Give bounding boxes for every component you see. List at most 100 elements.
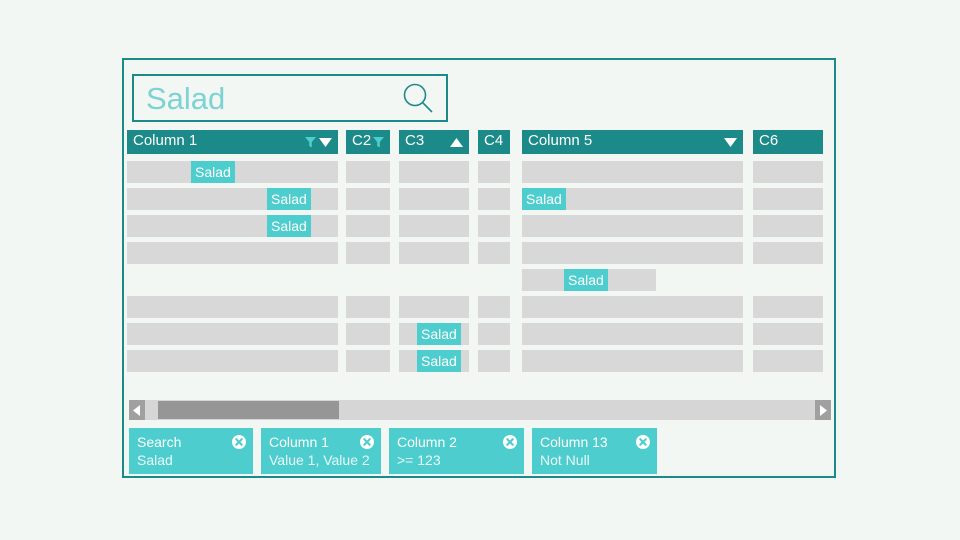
search-match-highlight: Salad bbox=[267, 188, 311, 210]
table-cell-c2[interactable] bbox=[346, 296, 390, 318]
table-cell-c1[interactable] bbox=[127, 350, 338, 372]
table-cell-c2[interactable] bbox=[346, 350, 390, 372]
table-cell-c5[interactable] bbox=[522, 242, 743, 264]
column-header-label: Column 1 bbox=[133, 132, 198, 149]
table-cell-c5[interactable] bbox=[522, 323, 743, 345]
table-cell-c6[interactable] bbox=[753, 215, 823, 237]
table-cell-c3[interactable]: Salad bbox=[399, 323, 469, 345]
sort-descending-icon[interactable] bbox=[319, 137, 332, 147]
column-header-c1[interactable]: Column 1 bbox=[127, 130, 338, 154]
table-header-row: Column 1 C2 C3 C4 Column 5 C6 bbox=[127, 130, 833, 154]
table-cell-c1[interactable] bbox=[127, 242, 338, 264]
table-cell-c5[interactable] bbox=[522, 296, 743, 318]
table-cell-c1[interactable]: Salad bbox=[127, 188, 338, 210]
column-header-icons bbox=[450, 130, 463, 154]
filter-icon[interactable] bbox=[305, 136, 316, 148]
search-match-highlight: Salad bbox=[522, 188, 566, 210]
table-cell-c5[interactable] bbox=[522, 215, 743, 237]
table-row[interactable]: Salad bbox=[127, 269, 833, 291]
column-header-label: C2 bbox=[352, 132, 372, 149]
close-circle-icon[interactable] bbox=[360, 435, 374, 449]
table-cell-c3[interactable] bbox=[399, 242, 469, 264]
table-cell-c1[interactable] bbox=[127, 323, 338, 345]
table-cell-c2[interactable] bbox=[346, 188, 390, 210]
triangle-left-icon[interactable] bbox=[129, 400, 145, 420]
column-header-c3[interactable]: C3 bbox=[399, 130, 469, 154]
search-match-highlight: Salad bbox=[267, 215, 311, 237]
table-row[interactable]: Salad bbox=[127, 350, 833, 372]
filter-chip[interactable]: Search Salad bbox=[129, 428, 253, 474]
table-cell-c6[interactable] bbox=[753, 188, 823, 210]
table-row[interactable]: Salad bbox=[127, 161, 833, 183]
search-input[interactable] bbox=[144, 76, 403, 122]
table-cell-c1[interactable]: Salad bbox=[127, 215, 338, 237]
search-icon[interactable] bbox=[402, 82, 434, 114]
column-header-c4[interactable]: C4 bbox=[478, 130, 510, 154]
table-cell-c3[interactable] bbox=[399, 296, 469, 318]
filter-chip-title: Search bbox=[137, 434, 182, 450]
table-cell-c4[interactable] bbox=[478, 161, 510, 183]
filter-chip-value: Not Null bbox=[540, 452, 590, 468]
table-cell-c3[interactable] bbox=[399, 215, 469, 237]
table-cell-c4[interactable] bbox=[478, 188, 510, 210]
column-header-label: C4 bbox=[484, 132, 504, 149]
data-table: Column 1 C2 C3 C4 Column 5 C6 Salad Salad Salad… bbox=[127, 130, 833, 390]
filter-chip-value: >= 123 bbox=[397, 452, 441, 468]
filter-chip-title: Column 13 bbox=[540, 434, 608, 450]
table-row[interactable] bbox=[127, 296, 833, 318]
table-cell-c3[interactable] bbox=[399, 188, 469, 210]
filter-chip[interactable]: Column 1 Value 1, Value 2 bbox=[261, 428, 381, 474]
search-bar[interactable] bbox=[132, 74, 448, 122]
search-match-highlight: Salad bbox=[564, 269, 608, 291]
table-cell-c5[interactable]: Salad bbox=[522, 269, 656, 291]
column-header-c6[interactable]: C6 bbox=[753, 130, 823, 154]
table-cell-c2[interactable] bbox=[346, 161, 390, 183]
table-cell-c6[interactable] bbox=[753, 242, 823, 264]
filter-chip[interactable]: Column 13 Not Null bbox=[532, 428, 657, 474]
table-cell-c1[interactable] bbox=[127, 296, 338, 318]
table-cell-c2[interactable] bbox=[346, 215, 390, 237]
close-circle-icon[interactable] bbox=[636, 435, 650, 449]
table-cell-c3[interactable] bbox=[399, 161, 469, 183]
filter-icon[interactable] bbox=[373, 136, 384, 148]
column-header-icons bbox=[373, 130, 384, 154]
triangle-right-icon[interactable] bbox=[815, 400, 831, 420]
table-cell-c5[interactable] bbox=[522, 161, 743, 183]
column-header-c5[interactable]: Column 5 bbox=[522, 130, 743, 154]
active-filter-chips: Search Salad Column 1 Value 1, Value 2 Colum… bbox=[129, 428, 657, 474]
table-cell-c1[interactable]: Salad bbox=[127, 161, 338, 183]
column-header-c2[interactable]: C2 bbox=[346, 130, 390, 154]
table-cell-c5[interactable] bbox=[522, 350, 743, 372]
sort-ascending-icon[interactable] bbox=[450, 137, 463, 147]
filter-chip-value: Salad bbox=[137, 452, 173, 468]
table-cell-c2[interactable] bbox=[346, 323, 390, 345]
table-cell-c6[interactable] bbox=[753, 350, 823, 372]
table-row[interactable]: Salad Salad bbox=[127, 188, 833, 210]
close-circle-icon[interactable] bbox=[503, 435, 517, 449]
filter-chip[interactable]: Column 2 >= 123 bbox=[389, 428, 524, 474]
table-row[interactable]: Salad bbox=[127, 323, 833, 345]
horizontal-scrollbar[interactable] bbox=[129, 400, 831, 420]
table-cell-c6[interactable] bbox=[753, 161, 823, 183]
table-cell-c6[interactable] bbox=[753, 296, 823, 318]
filter-chip-value: Value 1, Value 2 bbox=[269, 452, 370, 468]
table-cell-c4[interactable] bbox=[478, 215, 510, 237]
table-cell-c4[interactable] bbox=[478, 350, 510, 372]
table-cell-c4[interactable] bbox=[478, 242, 510, 264]
close-circle-icon[interactable] bbox=[232, 435, 246, 449]
table-row[interactable] bbox=[127, 242, 833, 264]
table-row[interactable]: Salad bbox=[127, 215, 833, 237]
table-cell-c5[interactable]: Salad bbox=[522, 188, 743, 210]
scrollbar-thumb[interactable] bbox=[158, 401, 340, 419]
column-header-label: Column 5 bbox=[528, 132, 593, 149]
sort-descending-icon[interactable] bbox=[724, 137, 737, 147]
table-cell-c3[interactable]: Salad bbox=[399, 350, 469, 372]
table-cell-c2[interactable] bbox=[346, 242, 390, 264]
column-header-icons bbox=[305, 130, 332, 154]
filter-chip-title: Column 2 bbox=[397, 434, 457, 450]
table-cell-c4[interactable] bbox=[478, 296, 510, 318]
filter-chip-title: Column 1 bbox=[269, 434, 329, 450]
table-cell-c6[interactable] bbox=[753, 323, 823, 345]
column-header-label: C3 bbox=[405, 132, 425, 149]
table-cell-c4[interactable] bbox=[478, 323, 510, 345]
